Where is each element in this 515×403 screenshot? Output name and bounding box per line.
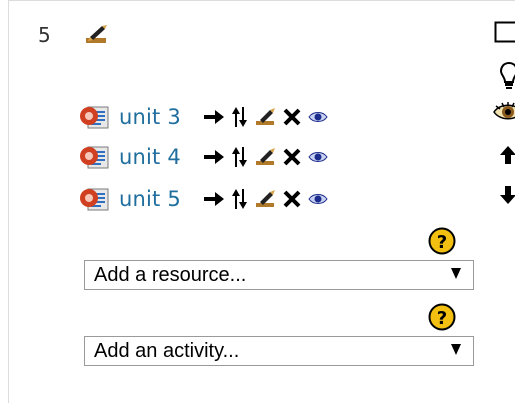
move-section-down-icon[interactable] xyxy=(499,185,515,209)
edit-icon[interactable] xyxy=(255,188,277,210)
move-section-up-icon[interactable] xyxy=(499,145,515,169)
add-activity-select[interactable]: Add an activity... xyxy=(84,336,474,366)
add-activity-selected: Add an activity... xyxy=(94,339,240,362)
visibility-eye-icon[interactable] xyxy=(307,146,329,168)
dropdown-arrow-icon xyxy=(451,344,461,355)
edit-icon[interactable] xyxy=(255,106,277,128)
list-item: unit 3 xyxy=(79,101,329,133)
show-only-section-icon[interactable] xyxy=(494,21,515,47)
list-item: unit 5 xyxy=(79,183,329,215)
resource-tools xyxy=(203,106,329,128)
move-updown-icon[interactable] xyxy=(229,146,251,168)
move-right-arrow-icon[interactable] xyxy=(203,146,225,168)
list-item: unit 4 xyxy=(79,141,329,173)
add-resource-select[interactable]: Add a resource... xyxy=(84,260,474,290)
powerpoint-file-icon xyxy=(79,144,111,170)
powerpoint-file-icon xyxy=(79,186,111,212)
move-updown-icon[interactable] xyxy=(229,188,251,210)
delete-x-icon[interactable] xyxy=(281,146,303,168)
delete-x-icon[interactable] xyxy=(281,188,303,210)
course-section: 5 unit 3 unit 4 unit 5 ? Add a resource.… xyxy=(8,0,515,403)
move-updown-icon[interactable] xyxy=(229,106,251,128)
visibility-eye-icon[interactable] xyxy=(307,188,329,210)
resource-link[interactable]: unit 4 xyxy=(119,145,181,169)
powerpoint-file-icon xyxy=(79,104,111,130)
svg-text:?: ? xyxy=(437,232,447,253)
edit-icon[interactable] xyxy=(255,146,277,168)
dropdown-arrow-icon xyxy=(451,268,461,279)
svg-text:?: ? xyxy=(437,308,447,329)
hide-section-eye-icon[interactable] xyxy=(492,100,515,128)
help-resource-icon[interactable]: ? xyxy=(428,227,456,255)
edit-summary-icon[interactable] xyxy=(84,23,110,49)
visibility-eye-icon[interactable] xyxy=(307,106,329,128)
help-activity-icon[interactable]: ? xyxy=(428,303,456,331)
highlight-lightbulb-icon[interactable] xyxy=(499,61,515,95)
section-number: 5 xyxy=(38,23,51,47)
resource-link[interactable]: unit 5 xyxy=(119,187,181,211)
resource-tools xyxy=(203,188,329,210)
delete-x-icon[interactable] xyxy=(281,106,303,128)
resource-link[interactable]: unit 3 xyxy=(119,105,181,129)
resource-tools xyxy=(203,146,329,168)
move-right-arrow-icon[interactable] xyxy=(203,188,225,210)
add-resource-selected: Add a resource... xyxy=(94,263,247,286)
move-right-arrow-icon[interactable] xyxy=(203,106,225,128)
